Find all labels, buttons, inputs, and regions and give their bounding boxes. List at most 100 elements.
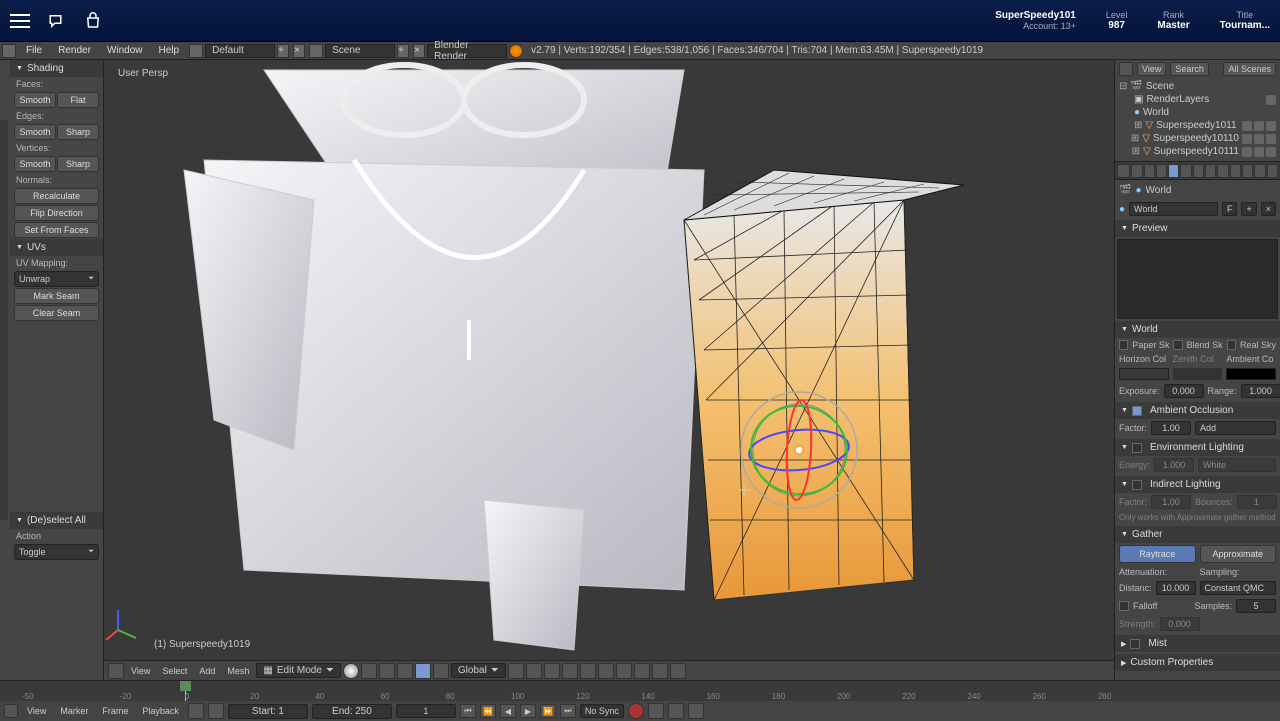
eye-icon[interactable] xyxy=(1242,147,1252,157)
key-delete-icon[interactable] xyxy=(688,703,704,719)
cursor-icon[interactable] xyxy=(1254,134,1264,144)
tree-world[interactable]: ●World xyxy=(1117,106,1278,119)
menu-render[interactable]: Render xyxy=(50,43,99,58)
outliner-tree[interactable]: ⊟🎬Scene ▣RenderLayers ●World ⊞▽Superspee… xyxy=(1115,78,1280,160)
mode-dropdown[interactable]: ▦ Edit Mode ⏷ xyxy=(256,663,340,678)
mark-seam-button[interactable]: Mark Seam xyxy=(14,288,99,304)
timeline-editor-icon[interactable] xyxy=(4,704,18,718)
shelf-tabs[interactable] xyxy=(0,120,8,520)
set-from-faces-button[interactable]: Set From Faces xyxy=(14,222,99,238)
gather-distance-field[interactable]: 10.000 xyxy=(1156,581,1196,595)
check-blendsky[interactable] xyxy=(1173,340,1182,350)
check-indirect[interactable] xyxy=(1132,480,1142,490)
layout-field[interactable]: Default xyxy=(205,44,275,58)
autokey-icon[interactable] xyxy=(628,703,644,719)
key-insert-icon[interactable] xyxy=(668,703,684,719)
sel-edge-icon[interactable] xyxy=(397,663,413,679)
limit-sel-icon[interactable] xyxy=(433,663,449,679)
check-realsky[interactable] xyxy=(1227,340,1236,350)
world-del[interactable]: × xyxy=(1261,202,1276,216)
recalculate-button[interactable]: Recalculate xyxy=(14,188,99,204)
gl-render-icon[interactable] xyxy=(652,663,668,679)
keyframe-prev-icon[interactable]: ⏪ xyxy=(480,704,496,718)
jump-start-icon[interactable]: ⏮ xyxy=(460,704,476,718)
panel-gather[interactable]: Gather xyxy=(1115,526,1280,543)
camera-icon[interactable] xyxy=(1266,121,1276,131)
tab-data[interactable] xyxy=(1217,164,1228,178)
tree-m-1[interactable]: ⊞▽Superspeedy10110 xyxy=(1117,132,1278,145)
jump-end-icon[interactable]: ⏭ xyxy=(560,704,576,718)
gather-method-dropdown[interactable]: Constant QMC xyxy=(1200,581,1276,595)
sel-face-icon[interactable] xyxy=(415,663,431,679)
tree-m-0[interactable]: ⊞▽Superspeedy1011 xyxy=(1117,119,1278,132)
tl-playback[interactable]: Playback xyxy=(137,705,184,717)
chat-icon[interactable] xyxy=(48,12,66,30)
tree-m-2[interactable]: ⊞▽Superspeedy10111 xyxy=(1117,145,1278,158)
panel-ao[interactable]: Ambient Occlusion xyxy=(1115,402,1280,419)
tab-layers[interactable] xyxy=(1144,164,1155,178)
layout-browse-icon[interactable] xyxy=(189,44,203,58)
current-frame-field[interactable]: 1 xyxy=(396,704,456,718)
gather-samples-field[interactable]: 5 xyxy=(1236,599,1276,613)
check-mist[interactable] xyxy=(1130,639,1140,649)
scene-field[interactable]: Scene xyxy=(325,44,395,58)
shop-icon[interactable] xyxy=(84,12,102,30)
unwrap-dropdown[interactable]: Unwrap xyxy=(14,271,99,287)
vh-view[interactable]: View xyxy=(126,665,155,677)
outliner-filter[interactable]: All Scenes xyxy=(1223,62,1276,76)
pivot-icon[interactable] xyxy=(361,663,377,679)
edges-sharp-button[interactable]: Sharp xyxy=(57,124,99,140)
ao-factor-field[interactable]: 1.00 xyxy=(1151,421,1191,435)
tab-texture[interactable] xyxy=(1242,164,1253,178)
render-preview-icon[interactable] xyxy=(634,663,650,679)
play-icon[interactable]: ▶ xyxy=(520,704,536,718)
layer-1-icon[interactable] xyxy=(526,663,542,679)
tab-particles[interactable] xyxy=(1254,164,1265,178)
horizon-color[interactable] xyxy=(1119,368,1169,380)
menu-file[interactable]: File xyxy=(18,43,50,58)
sync-dropdown[interactable]: No Sync xyxy=(580,704,624,718)
tl-marker[interactable]: Marker xyxy=(55,705,93,717)
tree-renderlayers[interactable]: ▣RenderLayers xyxy=(1117,93,1278,106)
panel-mist[interactable]: Mist xyxy=(1115,635,1280,652)
world-name-field[interactable]: World xyxy=(1129,202,1218,216)
keyframe-next-icon[interactable]: ⏩ xyxy=(540,704,556,718)
zenith-color[interactable] xyxy=(1173,368,1223,380)
ambient-color[interactable] xyxy=(1226,368,1276,380)
shading-solid-icon[interactable] xyxy=(343,663,359,679)
menu-window[interactable]: Window xyxy=(99,43,151,58)
panel-world[interactable]: World xyxy=(1115,321,1280,338)
check-papersky[interactable] xyxy=(1119,340,1128,350)
editor-type-icon[interactable] xyxy=(2,44,16,58)
tab-modifiers[interactable] xyxy=(1205,164,1216,178)
prop-editor-icon[interactable] xyxy=(1117,164,1130,178)
orientation-dropdown[interactable]: Global⏷ xyxy=(451,663,506,678)
snap-type-icon[interactable] xyxy=(580,663,596,679)
panel-env[interactable]: Environment Lighting xyxy=(1115,439,1280,456)
tl-frame[interactable]: Frame xyxy=(97,705,133,717)
user-info[interactable]: SuperSpeedy101 Account: 13+ xyxy=(995,10,1076,31)
hamburger-menu-icon[interactable] xyxy=(10,14,30,28)
tab-scene[interactable] xyxy=(1156,164,1167,178)
keying-set-icon[interactable] xyxy=(648,703,664,719)
start-frame-field[interactable]: Start: 1 xyxy=(228,704,308,719)
prop-falloff-icon[interactable] xyxy=(616,663,632,679)
gather-raytrace-button[interactable]: Raytrace xyxy=(1119,545,1196,563)
verts-smooth-button[interactable]: Smooth xyxy=(14,156,56,172)
menu-help[interactable]: Help xyxy=(151,43,188,58)
cursor-icon[interactable] xyxy=(1254,121,1264,131)
panel-custom[interactable]: Custom Properties xyxy=(1115,654,1280,671)
scene-browse-icon[interactable] xyxy=(309,44,323,58)
tl-follow-icon[interactable] xyxy=(208,703,224,719)
bc-world[interactable]: World xyxy=(1146,185,1172,196)
layout-del-icon[interactable]: × xyxy=(293,44,305,58)
3d-viewport[interactable]: User Persp (1) Superspeedy1019 View Sele… xyxy=(104,60,1114,680)
tab-object[interactable] xyxy=(1180,164,1191,178)
panel-preview[interactable]: Preview xyxy=(1115,220,1280,237)
snap-icon[interactable] xyxy=(562,663,578,679)
play-reverse-icon[interactable]: ◀ xyxy=(500,704,516,718)
sel-vertex-icon[interactable] xyxy=(379,663,395,679)
operator-panel-header[interactable]: (De)select All xyxy=(10,512,103,529)
camera-icon[interactable] xyxy=(1266,134,1276,144)
prop-edit-icon[interactable] xyxy=(598,663,614,679)
